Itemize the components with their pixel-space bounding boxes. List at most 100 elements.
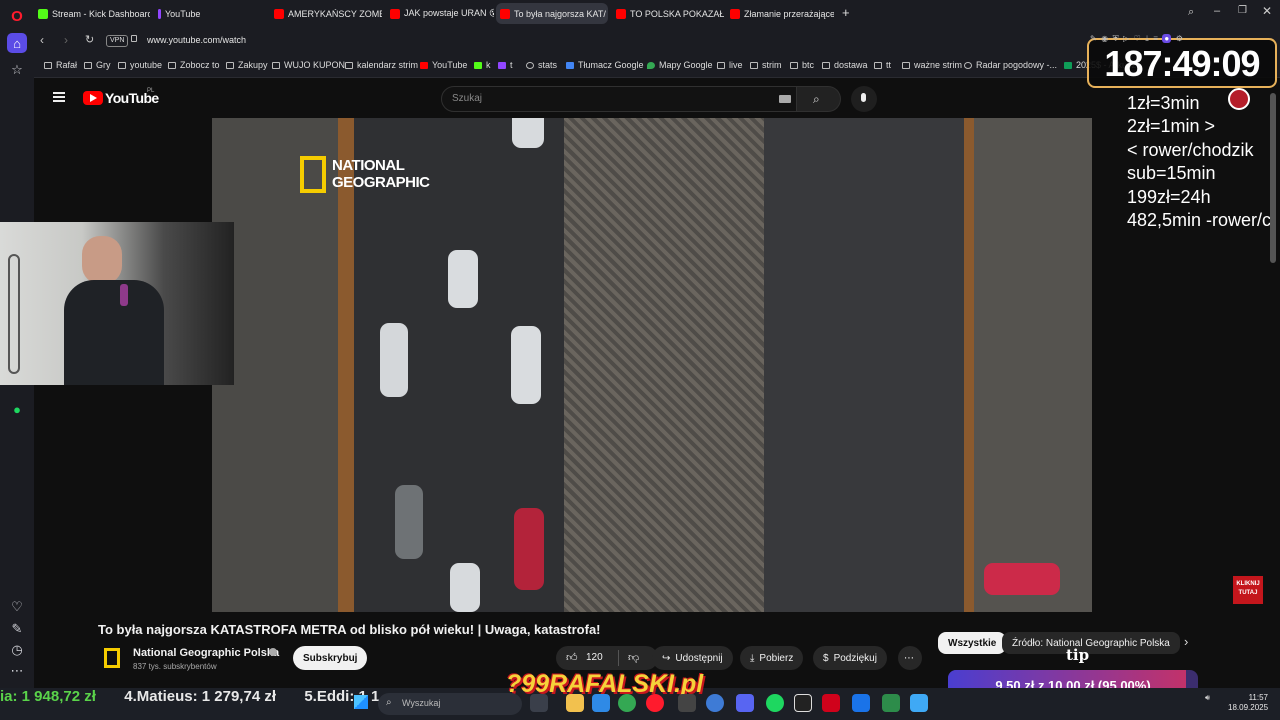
bookmark-item[interactable]: kalendarz strim — [345, 60, 418, 70]
close-window-icon[interactable]: ✕ — [1262, 4, 1272, 18]
tab-kick-dashboard[interactable]: Stream - Kick Dashboard — [34, 3, 150, 24]
more-actions-button[interactable]: ⋯ — [898, 646, 922, 670]
app-icon[interactable] — [678, 694, 696, 712]
bookmark-label: tt — [886, 60, 892, 70]
history-icon[interactable]: ◷ — [7, 640, 27, 660]
bookmark-item[interactable]: tt — [874, 60, 891, 70]
ad-badge[interactable]: KLIKNIJ TUTAJ — [1233, 576, 1263, 604]
bookmark-item[interactable]: Zobocz to — [168, 60, 220, 70]
edit-icon[interactable]: ✎ — [1090, 34, 1097, 43]
voice-search-button[interactable] — [851, 86, 877, 112]
bookmark-item[interactable]: Radar pogodowy -... — [964, 60, 1057, 70]
spotify-icon[interactable]: ● — [7, 399, 27, 419]
search-input[interactable]: Szukaj — [441, 86, 797, 112]
menu-icon[interactable] — [53, 92, 65, 102]
opera-icon[interactable] — [646, 694, 664, 712]
chip-all[interactable]: Wszystkie — [938, 632, 1007, 654]
tab-polska-video[interactable]: TO POLSKA POKAZAŁA JA — [612, 3, 724, 24]
youtube-icon — [390, 8, 400, 19]
thanks-button[interactable]: $ Podziękuj — [813, 646, 887, 670]
bookmark-item[interactable]: Zakupy — [226, 60, 268, 70]
new-tab-plus-icon[interactable]: + — [842, 5, 850, 20]
url-text[interactable]: www.youtube.com/watch — [147, 35, 246, 45]
download-button[interactable]: ⤓ Pobierz — [740, 646, 804, 670]
bookmark-item[interactable]: dostawa — [822, 60, 868, 70]
taskbar-clock[interactable]: 11:57 18.09.2025 — [1228, 693, 1268, 713]
app-icon[interactable] — [822, 694, 840, 712]
bookmark-star-icon[interactable]: ☆ — [7, 60, 27, 80]
heart-icon[interactable]: ♡ — [1134, 34, 1141, 43]
bookmark-item[interactable]: YouTube — [420, 60, 467, 70]
tab-zlamanie-video[interactable]: Złamanie przerażającej sz — [726, 3, 834, 24]
bookmark-item[interactable]: youtube — [118, 60, 162, 70]
settings-icon[interactable]: ⚙ — [1176, 34, 1183, 43]
back-icon[interactable]: ‹ — [40, 33, 44, 47]
channel-avatar[interactable] — [104, 648, 120, 668]
natgeo-watermark-line: NATIONAL — [332, 157, 405, 174]
edit-icon[interactable]: ✎ — [7, 619, 27, 639]
video-player[interactable]: NATIONAL GEOGRAPHIC — [212, 118, 1092, 612]
tab-zombie-video[interactable]: AMERYKAŃSCY ZOMBIE ( — [270, 3, 382, 24]
chip-source[interactable]: Źródło: National Geographic Polska — [1002, 632, 1180, 654]
like-count[interactable]: 120 — [586, 652, 603, 663]
download-icon[interactable]: ⤓ — [1145, 34, 1149, 43]
search-tabs-icon[interactable]: ⌕ — [1188, 6, 1194, 19]
opera-logo-icon[interactable]: O — [7, 6, 27, 26]
menu-icon[interactable]: ≡ — [1153, 34, 1158, 43]
profile-icon[interactable]: ● — [1162, 34, 1172, 43]
like-icon[interactable]: 👍︎ — [566, 651, 578, 664]
bookmark-item[interactable]: Rafał — [44, 60, 77, 70]
bookmark-item[interactable]: t — [498, 60, 513, 70]
avatar[interactable] — [1228, 88, 1250, 110]
play-icon[interactable]: ▷ — [1123, 34, 1129, 43]
search-button[interactable]: ⌕ — [797, 86, 841, 112]
more-icon: ⋯ — [904, 652, 914, 664]
folder-icon — [874, 61, 882, 69]
bookmark-item[interactable]: Tłumacz Google — [566, 60, 644, 70]
tab-youtube[interactable]: YouTube — [154, 3, 266, 24]
bookmark-item[interactable]: live — [717, 60, 743, 70]
bookmark-item[interactable]: Gry — [84, 60, 111, 70]
bookmark-item[interactable]: btc — [790, 60, 814, 70]
windows-start-icon[interactable] — [354, 695, 368, 709]
shield-icon[interactable]: ⛨ — [1113, 34, 1119, 43]
obs-icon[interactable] — [794, 694, 812, 712]
reload-icon[interactable]: ↻ — [85, 33, 94, 46]
camera-icon[interactable]: ◉ — [1101, 34, 1108, 43]
chrome-icon[interactable] — [618, 694, 636, 712]
tab-uran-video[interactable]: JAK powstaje URAN 😵 | N — [386, 3, 494, 24]
bookmark-item[interactable]: WUJO KUPON — [272, 60, 345, 70]
app-icon[interactable] — [852, 694, 870, 712]
vpn-badge[interactable]: VPN — [106, 35, 129, 47]
task-view-icon[interactable] — [530, 694, 548, 712]
keyboard-icon[interactable] — [779, 95, 791, 103]
chevron-right-icon[interactable]: › — [1184, 634, 1188, 649]
page-scrollbar[interactable] — [1270, 93, 1276, 263]
taskbar-search-input[interactable]: ⌕ Wyszukaj — [378, 693, 522, 715]
bookmark-item[interactable]: Mapy Google — [647, 60, 713, 70]
file-explorer-icon[interactable] — [566, 694, 584, 712]
youtube-logo-icon[interactable] — [83, 91, 103, 105]
discord-icon[interactable] — [736, 694, 754, 712]
bookmark-item[interactable]: stats — [526, 60, 557, 70]
app-icon[interactable] — [882, 694, 900, 712]
app-icon[interactable] — [910, 694, 928, 712]
restore-icon[interactable]: ❐ — [1238, 5, 1247, 16]
spotify-icon[interactable] — [766, 694, 784, 712]
more-icon[interactable]: ⋯ — [7, 661, 27, 681]
minimize-icon[interactable]: – — [1214, 5, 1220, 17]
bookmark-item[interactable]: ważne strim — [902, 60, 962, 70]
steam-icon[interactable] — [706, 694, 724, 712]
volume-icon[interactable]: 🔊︎ — [1205, 693, 1210, 703]
bookmark-item[interactable]: strim — [750, 60, 782, 70]
channel-name[interactable]: National Geographic Polska — [133, 647, 279, 659]
share-button[interactable]: ↪ Udostępnij — [652, 646, 733, 670]
forward-icon[interactable]: › — [64, 33, 68, 47]
store-icon[interactable] — [592, 694, 610, 712]
home-icon[interactable]: ⌂ — [7, 33, 27, 53]
subscribe-button[interactable]: Subskrybuj — [293, 646, 368, 670]
tab-active-video[interactable]: To była najgorsza KAT/ — [496, 3, 608, 24]
dislike-icon[interactable]: 👎︎ — [628, 651, 639, 664]
bookmark-item[interactable]: k — [474, 60, 491, 70]
heart-icon[interactable]: ♡ — [7, 597, 27, 617]
